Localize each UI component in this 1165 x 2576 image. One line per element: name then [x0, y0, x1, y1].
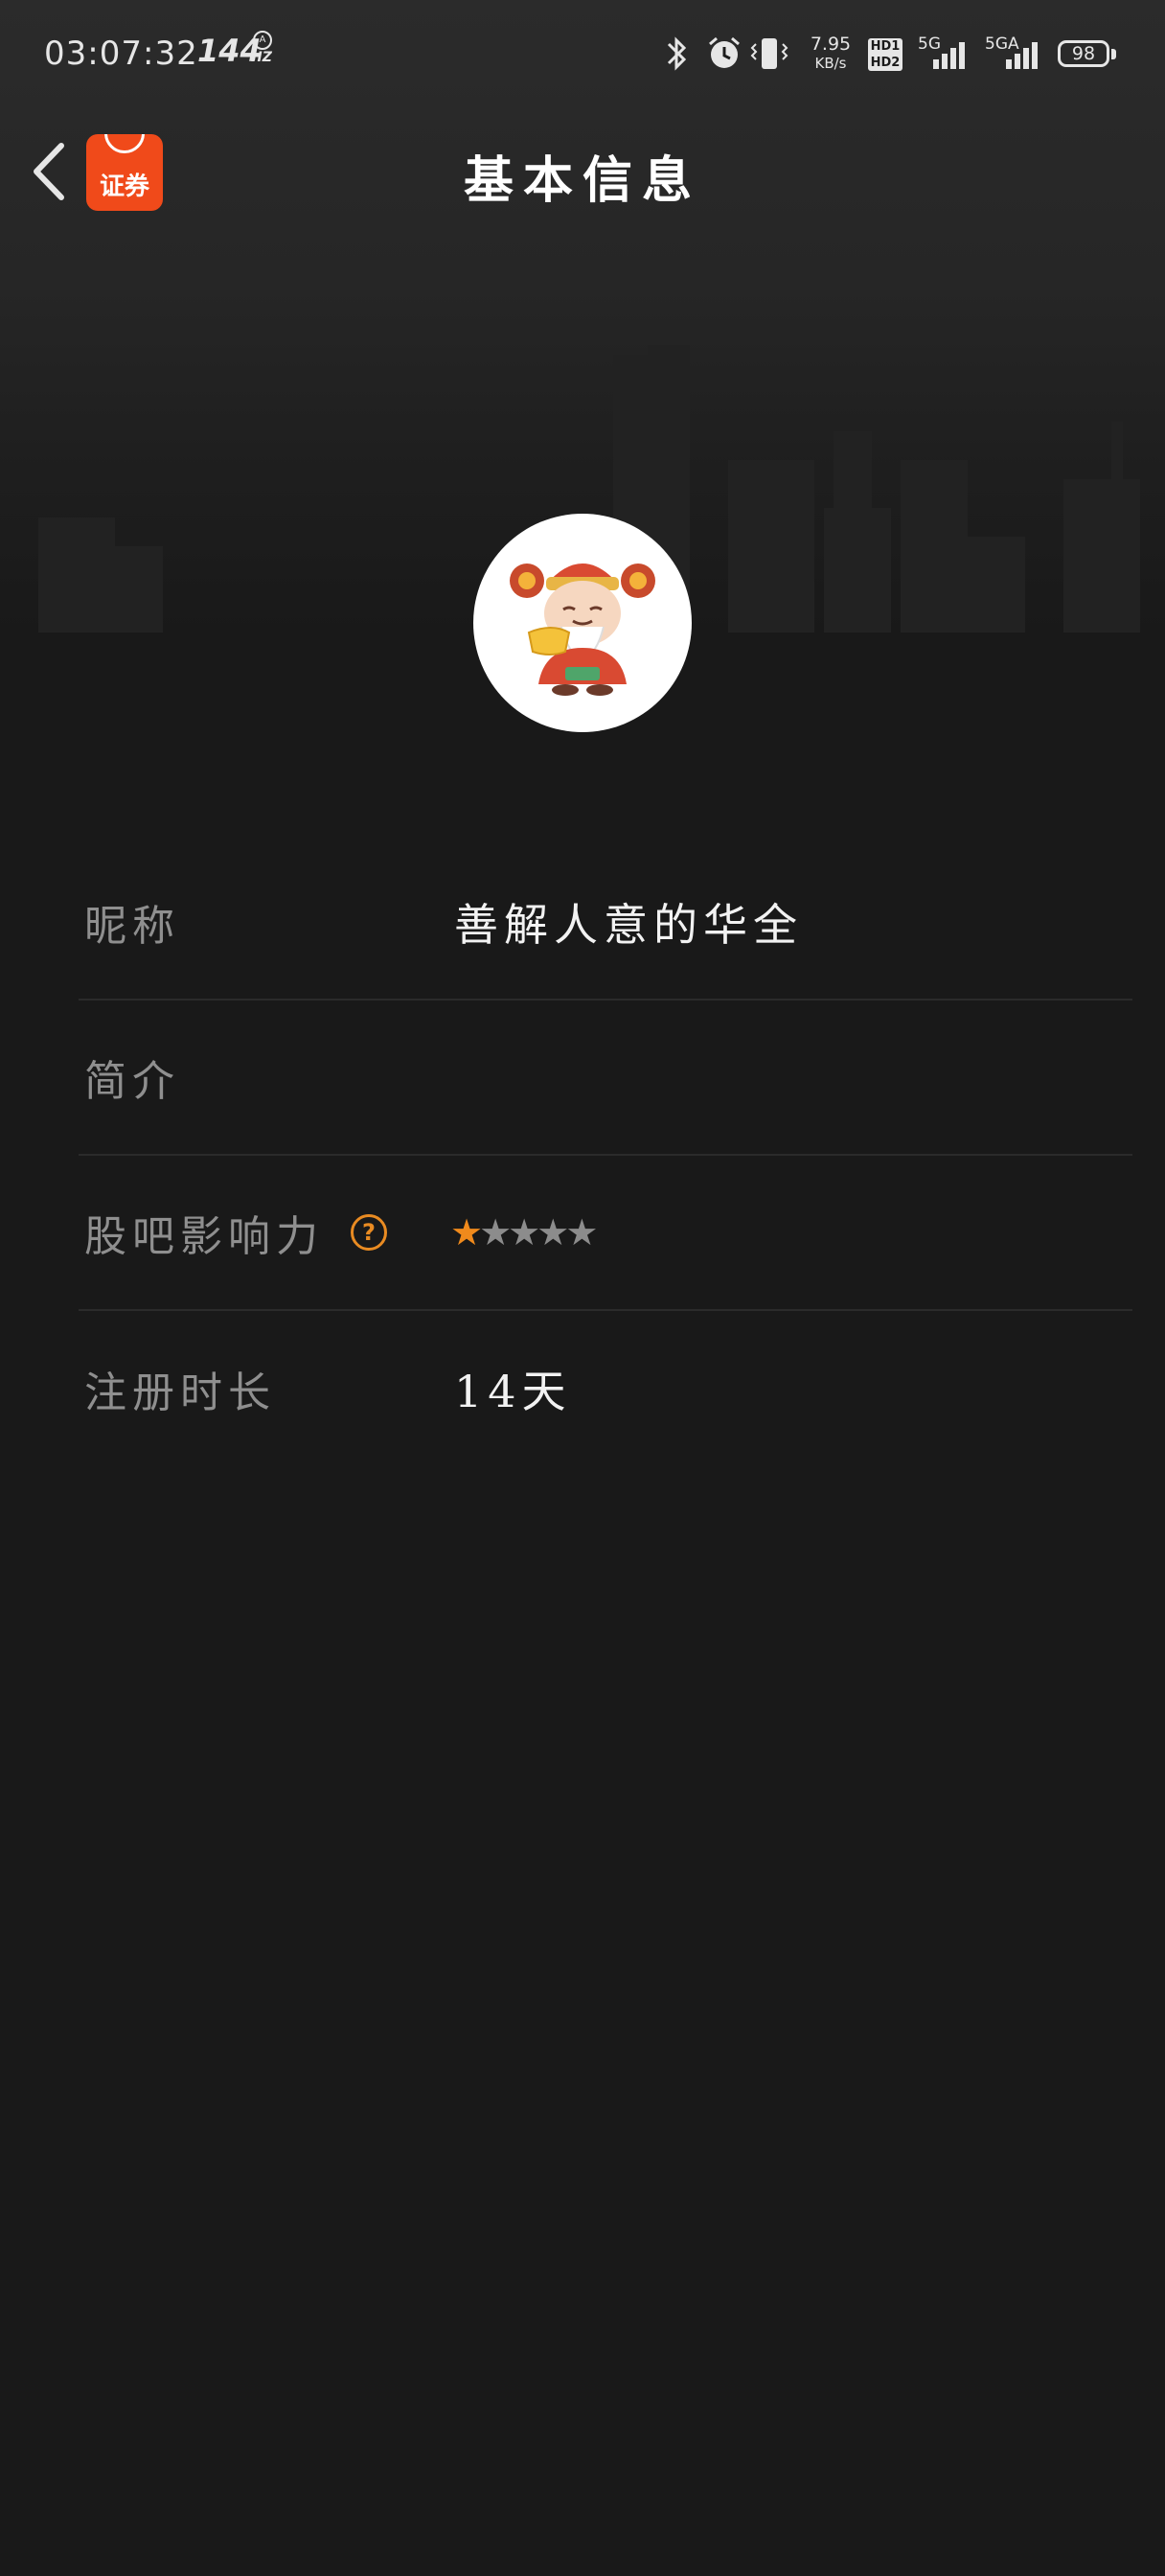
network-speed-value: 7.95 [810, 34, 852, 55]
sim2-signal-icon [1006, 40, 1044, 69]
nickname-label: 昵称 [84, 902, 180, 951]
network-speed-unit: KB/s [814, 55, 847, 72]
page-title: 基本信息 [463, 151, 701, 210]
registration-row: 注册时长 14天 [79, 1311, 1132, 1466]
influence-row: 股吧影响力 ? ★★★★★ [79, 1156, 1132, 1311]
registration-label: 注册时长 [84, 1368, 276, 1417]
hd-bottom-label: HD2 [870, 56, 901, 70]
battery-level: 98 [1071, 43, 1096, 64]
star-filled-icon: ★ [450, 1211, 483, 1254]
refresh-unit-label: HZ [251, 50, 272, 65]
status-bar: 03:07:32 144 A HZ 7.95 KB/s HD1 HD2 5G 5… [0, 0, 1165, 110]
battery-icon: 98 [1058, 40, 1109, 67]
alarm-icon [709, 36, 740, 68]
nickname-row[interactable]: 昵称 善解人意的华全 [79, 845, 1132, 1000]
bio-row[interactable]: 简介 [79, 1000, 1132, 1156]
fortune-god-avatar-image [510, 564, 655, 696]
help-icon[interactable]: ? [351, 1214, 387, 1251]
sim1-signal-icon [933, 40, 971, 69]
star-empty-icon: ★ [479, 1211, 512, 1254]
star-empty-icon: ★ [508, 1211, 540, 1254]
influence-rating: ★★★★★ [450, 1211, 598, 1254]
star-empty-icon: ★ [537, 1211, 569, 1254]
vibrate-icon [750, 38, 788, 69]
influence-label: 股吧影响力 [84, 1212, 324, 1261]
hd-voice-icon: HD1 HD2 [868, 38, 902, 71]
star-empty-icon: ★ [565, 1211, 598, 1254]
status-time: 03:07:32 [44, 34, 198, 73]
battery-tip [1111, 49, 1116, 59]
refresh-unit: A [253, 31, 272, 50]
bio-label: 简介 [84, 1057, 180, 1106]
bluetooth-icon [667, 36, 687, 71]
hd-top-label: HD1 [870, 39, 901, 54]
nickname-value: 善解人意的华全 [454, 899, 803, 951]
registration-value: 14天 [454, 1366, 572, 1417]
network-speed: 7.95 KB/s [807, 34, 855, 73]
avatar[interactable] [473, 514, 692, 732]
